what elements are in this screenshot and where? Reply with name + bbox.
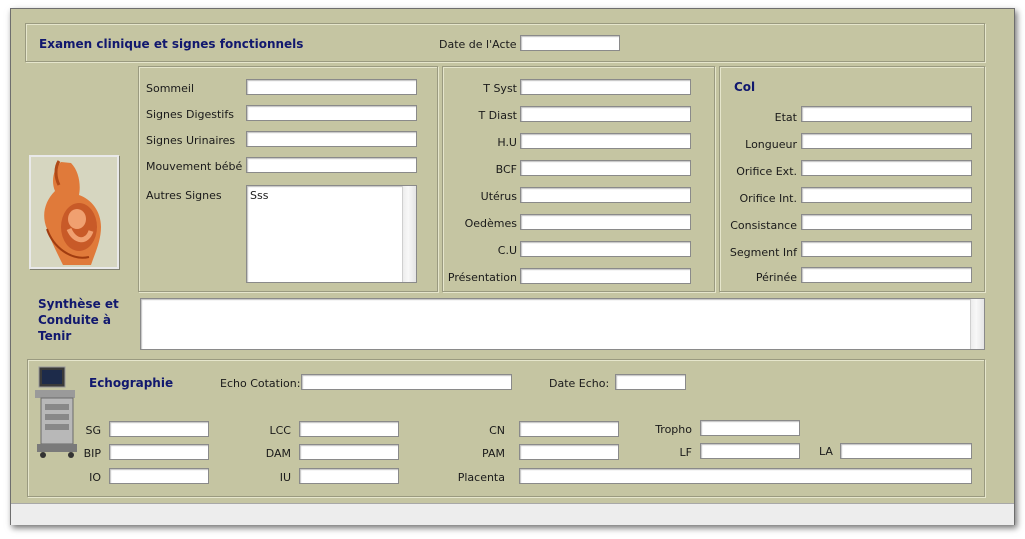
synthese-label-1: Synthèse et <box>38 297 119 311</box>
sommeil-input[interactable] <box>246 79 417 95</box>
lf-input[interactable] <box>700 443 800 459</box>
bcf-label: BCF <box>495 163 517 176</box>
iu-input[interactable] <box>299 468 399 484</box>
tropho-label: Tropho <box>655 423 692 436</box>
segment-inf-input[interactable] <box>801 241 972 257</box>
orifice-ext-label: Orifice Ext. <box>736 165 797 178</box>
sg-label: SG <box>85 424 101 437</box>
pam-label: PAM <box>482 447 505 460</box>
bip-label: BIP <box>83 447 101 460</box>
echo-title: Echographie <box>89 376 174 390</box>
orifice-int-input[interactable] <box>801 187 972 203</box>
hu-input[interactable] <box>520 133 691 149</box>
orifice-ext-input[interactable] <box>801 160 972 176</box>
date-echo-label: Date Echo: <box>549 377 610 390</box>
echo-cotation-input[interactable] <box>301 374 512 390</box>
vitals-panel <box>442 66 715 292</box>
presentation-label: Présentation <box>447 271 517 284</box>
signes-urinaires-label: Signes Urinaires <box>146 134 236 147</box>
uterus-input[interactable] <box>520 187 691 203</box>
orifice-int-label: Orifice Int. <box>739 192 797 205</box>
date-acte-input[interactable] <box>520 35 620 51</box>
sommeil-label: Sommeil <box>146 82 195 95</box>
oedemes-label: Oedèmes <box>464 217 517 230</box>
iu-label: IU <box>279 471 291 484</box>
page-title: Examen clinique et signes fonctionnels <box>39 37 304 51</box>
lf-label: LF <box>679 446 692 459</box>
autres-signes-text: Sss <box>250 189 269 202</box>
placenta-label: Placenta <box>457 471 505 484</box>
signes-digestifs-input[interactable] <box>246 105 417 121</box>
signes-digestifs-label: Signes Digestifs <box>146 108 234 121</box>
io-input[interactable] <box>109 468 209 484</box>
date-acte-label: Date de l'Acte <box>439 38 517 51</box>
lcc-input[interactable] <box>299 421 399 437</box>
etat-label: Etat <box>774 111 797 124</box>
t-syst-label: T Syst <box>483 82 517 95</box>
synthese-textarea[interactable] <box>140 298 985 350</box>
la-input[interactable] <box>840 443 972 459</box>
dam-label: DAM <box>265 447 291 460</box>
cn-input[interactable] <box>519 421 619 437</box>
pregnancy-image-frame <box>29 155 119 269</box>
sg-input[interactable] <box>109 421 209 437</box>
signes-urinaires-input[interactable] <box>246 131 417 147</box>
synthese-label-2: Conduite à <box>38 313 111 327</box>
pam-input[interactable] <box>519 444 619 460</box>
cu-input[interactable] <box>520 241 691 257</box>
hu-label: H.U <box>497 136 517 149</box>
pregnancy-illustration-icon <box>31 157 117 267</box>
la-label: LA <box>819 445 833 458</box>
date-echo-input[interactable] <box>615 374 686 390</box>
autres-signes-textarea[interactable]: Sss <box>246 185 417 283</box>
mouvement-bebe-label: Mouvement bébé <box>146 160 243 173</box>
placenta-input[interactable] <box>519 468 972 484</box>
lcc-label: LCC <box>269 424 292 437</box>
t-diast-input[interactable] <box>520 106 691 122</box>
synthese-scrollbar[interactable] <box>970 299 984 349</box>
cu-label: C.U <box>497 244 517 257</box>
tropho-input[interactable] <box>700 420 800 436</box>
cn-label: CN <box>489 424 505 437</box>
bcf-input[interactable] <box>520 160 691 176</box>
consistance-input[interactable] <box>801 214 972 230</box>
autres-signes-scrollbar[interactable] <box>402 186 416 282</box>
perinee-label: Périnée <box>755 271 797 284</box>
longueur-input[interactable] <box>801 133 972 149</box>
t-diast-label: T Diast <box>478 109 517 122</box>
autres-signes-label: Autres Signes <box>146 189 222 202</box>
dam-input[interactable] <box>299 444 399 460</box>
io-label: IO <box>89 471 101 484</box>
presentation-input[interactable] <box>520 268 691 284</box>
col-title: Col <box>734 80 756 94</box>
ultrasound-machine-icon <box>35 366 77 458</box>
window-bottom-strip <box>11 503 1014 525</box>
mouvement-bebe-input[interactable] <box>246 157 417 173</box>
uterus-label: Utérus <box>480 190 517 203</box>
oedemes-input[interactable] <box>520 214 691 230</box>
longueur-label: Longueur <box>745 138 797 151</box>
etat-input[interactable] <box>801 106 972 122</box>
segment-inf-label: Segment Inf <box>729 246 797 259</box>
bip-input[interactable] <box>109 444 209 460</box>
synthese-label-3: Tenir <box>38 329 72 343</box>
t-syst-input[interactable] <box>520 79 691 95</box>
echo-cotation-label: Echo Cotation: <box>220 377 301 390</box>
perinee-input[interactable] <box>801 267 972 283</box>
exam-window: Examen clinique et signes fonctionnels D… <box>10 8 1015 525</box>
consistance-label: Consistance <box>730 219 797 232</box>
